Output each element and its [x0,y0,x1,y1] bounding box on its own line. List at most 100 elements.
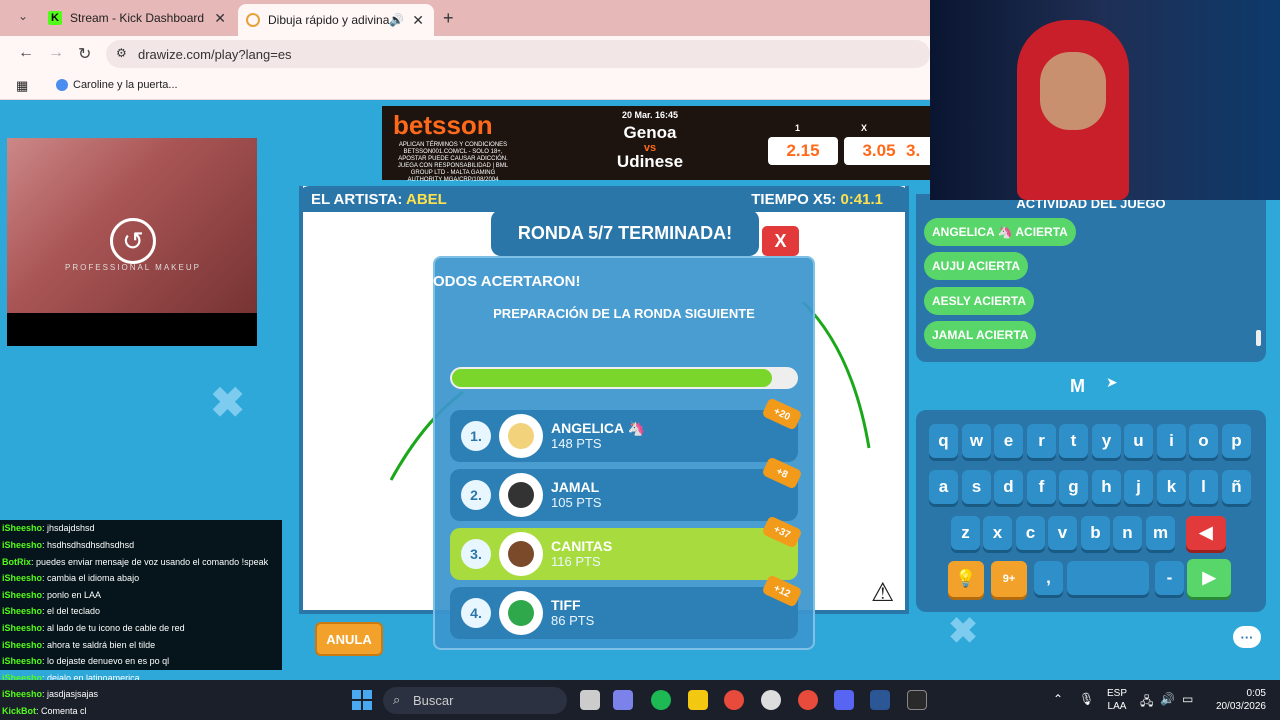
word-icon[interactable] [870,690,890,710]
key[interactable]: f [1027,470,1056,504]
report-warning-icon[interactable]: ⚠ [871,577,894,608]
address-bar[interactable]: ⚙ drawize.com/play?lang=es [106,40,930,68]
ad-odd-label: X [861,123,868,133]
player-avatar [499,532,543,576]
lang-code: ESP [1106,688,1127,699]
artist-label: EL ARTISTA: [311,190,403,208]
chat-message: : hsdhsdhsdhsdhsdhsd [42,540,135,550]
key[interactable]: u [1124,424,1153,458]
key[interactable]: j [1124,470,1153,504]
time-value: 0:41.1 [840,190,883,208]
ad-odd-2[interactable]: 3. [904,137,930,165]
chat-line: KickBot: Comenta cl [2,706,87,716]
audio-icon[interactable]: 🔊 [389,13,404,27]
tab-search-icon[interactable]: ⌄ [18,9,28,23]
chat-user: KickBot [2,706,37,716]
dash-key[interactable]: - [1155,561,1184,595]
chrome-active-icon[interactable] [798,690,818,710]
key[interactable]: x [983,516,1012,550]
file-explorer-icon[interactable] [688,690,708,710]
player-rank: 2. [461,480,491,510]
backspace-key[interactable]: ◀ [1186,516,1226,550]
clock-date: 20/03/2026 [1215,701,1266,712]
network-icon[interactable]: 🖧 [1140,692,1153,713]
chat-bubble-icon[interactable]: ··· [1233,626,1261,648]
send-play-icon[interactable]: ▶ [1187,559,1231,597]
obs-icon[interactable] [761,690,781,710]
key[interactable]: g [1059,470,1088,504]
forward-icon[interactable]: → [48,44,64,62]
volume-icon[interactable]: 🔊 [1160,692,1175,706]
battery-icon[interactable]: ▭ [1182,692,1193,706]
task-view-icon[interactable] [580,690,600,710]
close-button[interactable]: X [762,226,799,256]
chat-line: iSheesho: ahora te saldrá bien el tilde [2,640,155,650]
activity-scrollbar[interactable] [1256,330,1261,346]
key[interactable]: t [1059,424,1088,458]
chat-user: iSheesho [2,540,43,550]
hint-bulb-icon[interactable]: 💡 [948,561,984,597]
comma-key[interactable]: , [1034,561,1063,595]
key[interactable]: e [994,424,1023,458]
key[interactable]: m [1146,516,1175,550]
player-name: TIFF [551,597,581,613]
activity-item: ANGELICA 🦄 ACIERTA [924,218,1076,246]
key[interactable]: s [962,470,991,504]
discord-icon[interactable] [834,690,854,710]
player-avatar [499,591,543,635]
replay-icon[interactable]: ↺ [110,218,156,264]
hint-letters-button[interactable]: 9+ [991,561,1027,597]
key[interactable]: l [1189,470,1218,504]
tab-label: Stream - Kick Dashboard [70,11,205,25]
key[interactable]: i [1157,424,1186,458]
key[interactable]: q [929,424,958,458]
apps-grid-icon[interactable]: ▦ [16,78,28,94]
teams-icon[interactable] [613,690,633,710]
key[interactable]: h [1092,470,1121,504]
key[interactable]: n [1113,516,1142,550]
anula-button[interactable]: ANULA [315,622,383,656]
clock-time: 0:05 [1246,688,1266,699]
reload-icon[interactable]: ↻ [78,44,91,64]
tab-drawize[interactable]: Dibuja rápido y adivina 🔊 ✕ [238,4,434,36]
ad-odd-1[interactable]: 2.15 [768,137,838,165]
taskbar-search[interactable]: ⌕ Buscar [383,687,567,714]
key[interactable]: w [962,424,991,458]
key[interactable]: c [1016,516,1045,550]
space-key[interactable] [1067,561,1149,595]
key[interactable]: r [1027,424,1056,458]
app-icon[interactable] [907,690,927,710]
chat-message: : al lado de tu icono de cable de red [42,623,185,633]
spotify-icon[interactable] [651,690,671,710]
key[interactable]: v [1048,516,1077,550]
key[interactable]: p [1222,424,1251,458]
tray-expand-icon[interactable]: ⌃ [1053,692,1063,706]
key[interactable]: y [1092,424,1121,458]
key[interactable]: k [1157,470,1186,504]
video-brand-text: PROFESSIONAL MAKEUP [65,263,201,272]
close-tab-icon[interactable]: ✕ [214,10,226,27]
close-tab-icon[interactable]: ✕ [412,12,424,29]
windows-start-icon[interactable] [352,690,372,710]
key[interactable]: ñ [1222,470,1251,504]
tab-kick-dashboard[interactable]: K Stream - Kick Dashboard ✕ [40,4,236,32]
player-name: ANGELICA 🦄 [551,420,645,436]
key[interactable]: d [994,470,1023,504]
key[interactable]: o [1189,424,1218,458]
back-icon[interactable]: ← [18,44,34,62]
key[interactable]: b [1081,516,1110,550]
new-tab-icon[interactable]: + [443,8,454,29]
language-indicator[interactable]: ESP LAA [1102,687,1132,713]
key[interactable]: a [929,470,958,504]
chrome-icon[interactable] [724,690,744,710]
chat-line: iSheesho: ponlo en LAA [2,590,101,600]
activity-item: AUJU ACIERTA [924,252,1029,280]
player-rank: 1. [461,421,491,451]
microphone-icon[interactable]: 🎙 [1079,692,1094,706]
progress-fill [452,369,772,387]
player-points: 148 PTS [551,436,602,451]
site-info-icon[interactable]: ⚙ [116,46,127,60]
key[interactable]: z [951,516,980,550]
taskbar-clock[interactable]: 0:05 20/03/2026 [1206,687,1266,713]
bookmark-item[interactable]: Caroline y la puerta... [73,79,178,91]
